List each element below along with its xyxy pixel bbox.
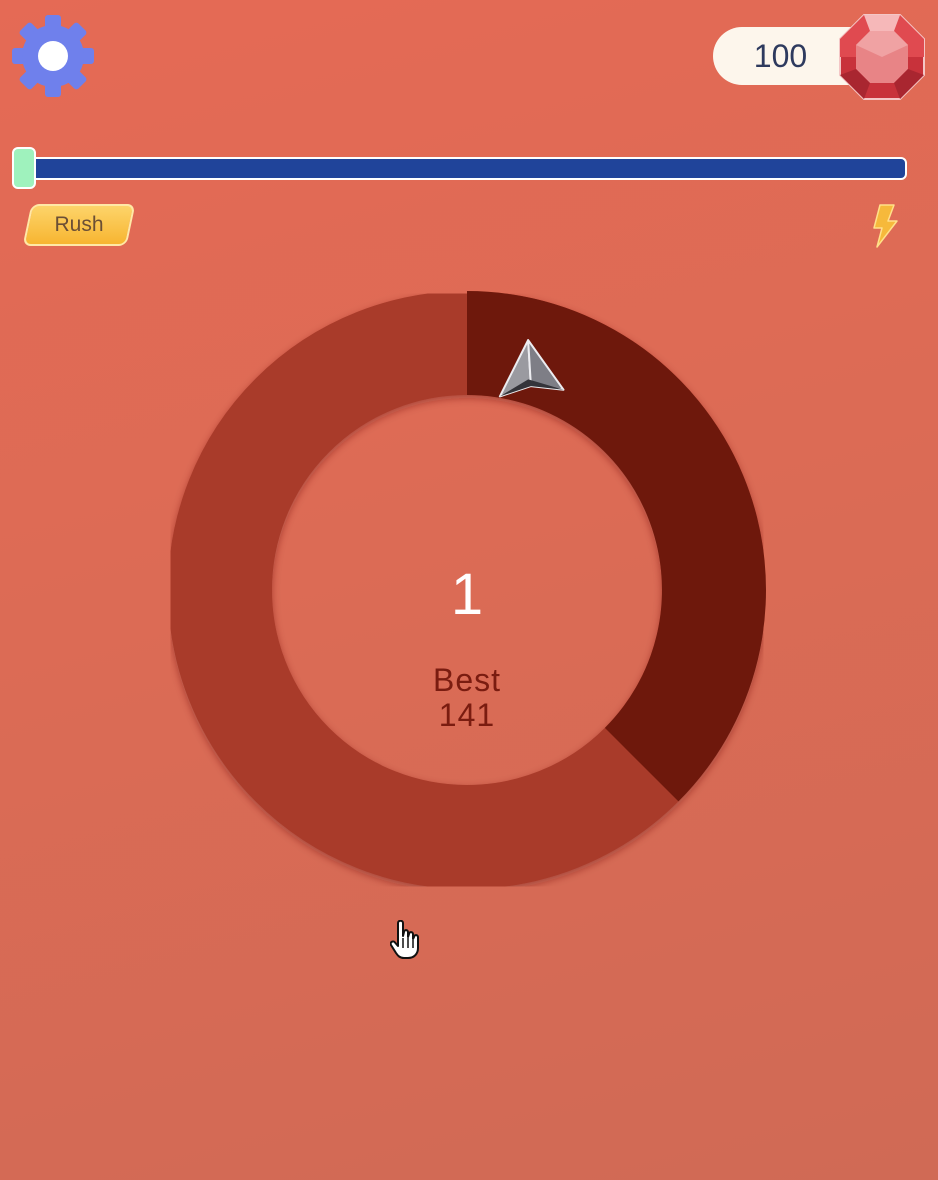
rush-button[interactable]: Rush [22,204,136,246]
progress-handle[interactable] [12,147,36,189]
best-score-label: Best [432,662,502,698]
current-score: 1 [450,562,484,627]
rush-label: Rush [54,213,104,236]
gem-count: 100 [753,38,808,74]
ruby-gem-icon [839,14,925,100]
lightning-bolt-icon[interactable] [872,204,898,248]
level-progress-bar [18,157,907,180]
hand-pointer-cursor [390,920,419,959]
best-score-value: 141 [438,697,496,733]
settings-gear-icon[interactable] [10,13,96,99]
